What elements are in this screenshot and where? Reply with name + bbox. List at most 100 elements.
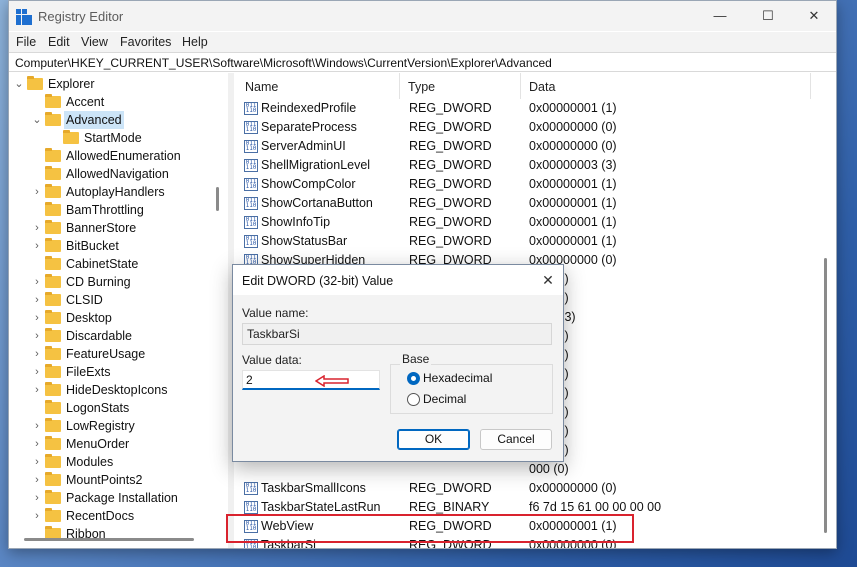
column-separator[interactable] [810, 73, 811, 99]
tree-item[interactable]: › Modules [32, 453, 222, 471]
tree-item-label[interactable]: LogonStats [64, 399, 131, 417]
chevron-right-icon[interactable]: › [32, 453, 42, 471]
chevron-right-icon[interactable]: › [32, 219, 42, 237]
menu-edit[interactable]: Edit [48, 35, 70, 49]
tree-item-label[interactable]: BannerStore [64, 219, 138, 237]
chevron-right-icon[interactable]: › [32, 327, 42, 345]
chevron-right-icon[interactable]: › [32, 471, 42, 489]
tree-item[interactable]: BamThrottling [32, 201, 222, 219]
tree-item[interactable]: AllowedEnumeration [32, 147, 222, 165]
tree-item[interactable]: ⌄ Explorer [14, 75, 222, 93]
tree-item-label[interactable]: FeatureUsage [64, 345, 147, 363]
tree-item[interactable]: › LowRegistry [32, 417, 222, 435]
hexadecimal-label[interactable]: Hexadecimal [423, 371, 492, 385]
tree-item[interactable]: › HideDesktopIcons [32, 381, 222, 399]
tree-item[interactable]: › Discardable [32, 327, 222, 345]
chevron-right-icon[interactable]: › [32, 183, 42, 201]
value-row[interactable]: 011 110 ServerAdminUI REG_DWORD 0x00000000 … [234, 137, 814, 156]
value-row[interactable]: 011 110 SeparateProcess REG_DWORD 0x0000000… [234, 118, 814, 137]
minimize-button[interactable]: — [697, 1, 743, 31]
tree-item[interactable]: › MenuOrder [32, 435, 222, 453]
tree-item-label[interactable]: BitBucket [64, 237, 121, 255]
tree-item[interactable]: › Desktop [32, 309, 222, 327]
value-row[interactable]: 011 110 ReindexedProfile REG_DWORD 0x000000… [234, 99, 814, 118]
tree-item[interactable]: › RecentDocs [32, 507, 222, 525]
tree-item[interactable]: › BitBucket [32, 237, 222, 255]
chevron-right-icon[interactable]: › [32, 237, 42, 255]
values-scrollbar[interactable] [824, 258, 827, 533]
chevron-right-icon[interactable]: › [32, 381, 42, 399]
tree-horizontal-scrollbar[interactable] [24, 538, 194, 541]
tree-item[interactable]: Accent [32, 93, 222, 111]
value-row[interactable]: 011 110 ShowStatusBar REG_DWORD 0x00000001 … [234, 232, 814, 251]
tree-item-label[interactable]: FileExts [64, 363, 112, 381]
tree-item-label[interactable]: Modules [64, 453, 115, 471]
chevron-right-icon[interactable]: › [32, 309, 42, 327]
value-row[interactable]: 011 110 TaskbarSmallIcons REG_DWORD 0x00000… [234, 479, 814, 498]
tree-item[interactable]: › AutoplayHandlers [32, 183, 222, 201]
hexadecimal-radio[interactable] [407, 372, 420, 385]
value-row[interactable]: 011 110 ShowInfoTip REG_DWORD 0x00000001 (1… [234, 213, 814, 232]
decimal-radio[interactable] [407, 393, 420, 406]
tree-item[interactable]: AllowedNavigation [32, 165, 222, 183]
key-tree[interactable]: ⌄ Explorer Accent ⌄ Advanced StartMode Allowed… [9, 73, 222, 548]
tree-item-label[interactable]: CLSID [64, 291, 105, 309]
column-data-header[interactable]: Data [529, 80, 555, 94]
chevron-right-icon[interactable]: › [32, 507, 42, 525]
tree-item-label[interactable]: AllowedNavigation [64, 165, 171, 183]
maximize-button[interactable]: ☐ [745, 1, 791, 31]
menu-favorites[interactable]: Favorites [120, 35, 171, 49]
tree-item[interactable]: › FeatureUsage [32, 345, 222, 363]
tree-item-label[interactable]: Discardable [64, 327, 134, 345]
tree-item-label[interactable]: HideDesktopIcons [64, 381, 169, 399]
close-button[interactable]: ✕ [791, 1, 836, 31]
chevron-right-icon[interactable]: › [32, 291, 42, 309]
column-type-header[interactable]: Type [408, 80, 435, 94]
value-row[interactable]: 011 110 ShowCompColor REG_DWORD 0x00000001 … [234, 175, 814, 194]
tree-item[interactable]: LogonStats [32, 399, 222, 417]
tree-item-label[interactable]: MenuOrder [64, 435, 131, 453]
tree-item-label[interactable]: Package Installation [64, 489, 180, 507]
chevron-down-icon[interactable]: ⌄ [14, 75, 24, 93]
tree-item[interactable]: › CLSID [32, 291, 222, 309]
tree-item[interactable]: › MountPoints2 [32, 471, 222, 489]
column-separator[interactable] [399, 73, 400, 99]
chevron-right-icon[interactable]: › [32, 435, 42, 453]
value-row[interactable]: 011 110 ShowCortanaButton REG_DWORD 0x00000… [234, 194, 814, 213]
value-data-input[interactable]: 2 [242, 370, 380, 390]
menu-help[interactable]: Help [182, 35, 208, 49]
tree-item-label[interactable]: Desktop [64, 309, 114, 327]
tree-item-label[interactable]: LowRegistry [64, 417, 137, 435]
column-name-header[interactable]: Name [245, 80, 278, 94]
tree-item-label[interactable]: CabinetState [64, 255, 140, 273]
tree-item[interactable]: › BannerStore [32, 219, 222, 237]
address-bar[interactable]: Computer\HKEY_CURRENT_USER\Software\Micr… [9, 52, 836, 72]
tree-item[interactable]: › Package Installation [32, 489, 222, 507]
decimal-label[interactable]: Decimal [423, 392, 466, 406]
tree-item[interactable]: CabinetState [32, 255, 222, 273]
tree-item-label[interactable]: MountPoints2 [64, 471, 144, 489]
tree-item-label[interactable]: AllowedEnumeration [64, 147, 183, 165]
menu-view[interactable]: View [81, 35, 108, 49]
dialog-close-button[interactable]: ✕ [533, 265, 563, 295]
chevron-right-icon[interactable]: › [32, 489, 42, 507]
chevron-right-icon[interactable]: › [32, 273, 42, 291]
tree-item-label[interactable]: Explorer [46, 75, 97, 93]
tree-item-label[interactable]: RecentDocs [64, 507, 136, 525]
tree-scrollbar[interactable] [216, 187, 219, 211]
tree-item[interactable]: › CD Burning [32, 273, 222, 291]
tree-item-label[interactable]: StartMode [82, 129, 144, 147]
chevron-down-icon[interactable]: ⌄ [32, 111, 42, 129]
ok-button[interactable]: OK [397, 429, 470, 450]
address-path[interactable]: Computer\HKEY_CURRENT_USER\Software\Micr… [15, 56, 552, 70]
tree-item[interactable]: StartMode [50, 129, 222, 147]
tree-item-label[interactable]: CD Burning [64, 273, 133, 291]
tree-item-label[interactable]: BamThrottling [64, 201, 146, 219]
tree-item-label[interactable]: Accent [64, 93, 106, 111]
tree-item[interactable]: › FileExts [32, 363, 222, 381]
chevron-right-icon[interactable]: › [32, 363, 42, 381]
value-row[interactable]: 011 110 ShellMigrationLevel REG_DWORD 0x000… [234, 156, 814, 175]
column-separator[interactable] [520, 73, 521, 99]
tree-item[interactable]: ⌄ Advanced [32, 111, 222, 129]
chevron-right-icon[interactable]: › [32, 417, 42, 435]
